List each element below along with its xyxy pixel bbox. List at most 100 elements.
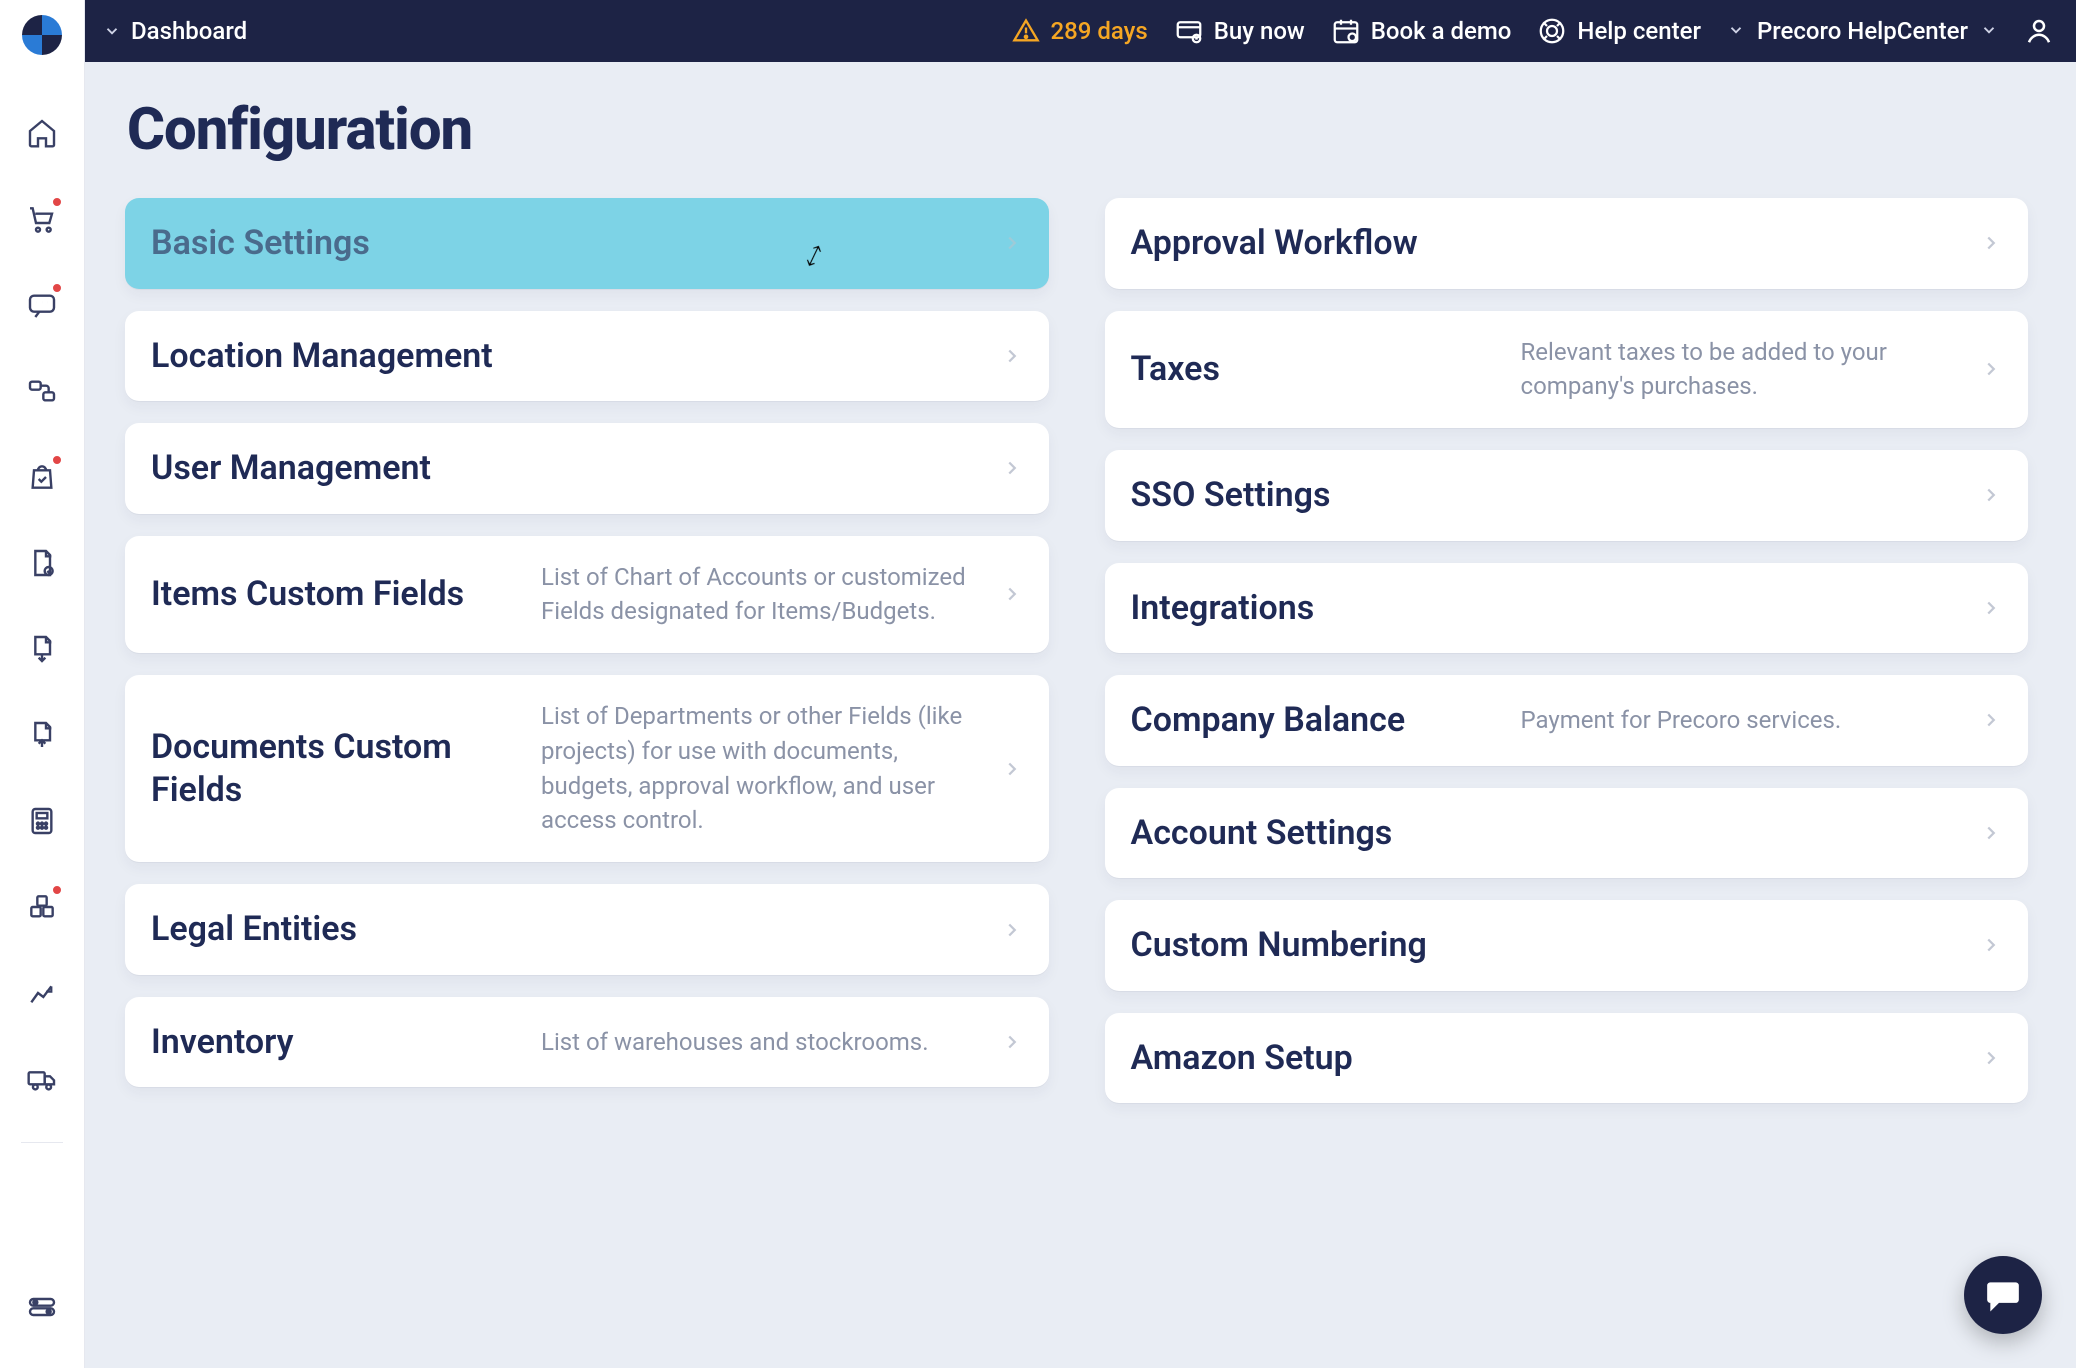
card-title: Inventory (151, 1021, 517, 1064)
config-column-right: Approval Workflow Taxes Relevant taxes t… (1105, 198, 2029, 1103)
trial-days-button[interactable]: 289 days (1012, 17, 1147, 45)
user-menu[interactable] (2024, 16, 2054, 46)
card-desc: List of Chart of Accounts or customized … (541, 560, 976, 630)
card-desc: List of warehouses and stockrooms. (541, 1025, 976, 1060)
main-content: Configuration Basic Settings Location Ma… (85, 62, 2076, 1368)
chat-fab[interactable] (1964, 1256, 2042, 1334)
chat-request-icon (26, 289, 58, 321)
config-card-documents-custom-fields[interactable]: Documents Custom Fields List of Departme… (125, 675, 1049, 862)
card-title: Taxes (1131, 348, 1497, 391)
card-title: Approval Workflow (1131, 222, 1957, 265)
sidebar-item-receipts[interactable] (15, 622, 69, 676)
chevron-right-icon (1980, 484, 2002, 506)
chart-line-icon (26, 977, 58, 1009)
config-card-taxes[interactable]: Taxes Relevant taxes to be added to your… (1105, 311, 2029, 429)
chevron-right-icon (1001, 345, 1023, 367)
config-card-basic-settings[interactable]: Basic Settings (125, 198, 1049, 289)
sidebar-item-orders[interactable] (15, 450, 69, 504)
boxes-icon (26, 891, 58, 923)
chevron-right-icon (1980, 1047, 2002, 1069)
chevron-down-icon (1727, 17, 1745, 45)
config-card-approval-workflow[interactable]: Approval Workflow (1105, 198, 2029, 289)
sidebar-item-shipping[interactable] (15, 1052, 69, 1106)
lifebuoy-icon (1537, 16, 1567, 46)
card-title: Legal Entities (151, 908, 977, 951)
card-title: SSO Settings (1131, 474, 1957, 517)
trial-days-label: 289 days (1050, 17, 1147, 45)
org-switcher[interactable]: Precoro HelpCenter (1727, 17, 1998, 45)
config-card-account-settings[interactable]: Account Settings (1105, 788, 2029, 879)
config-card-user-management[interactable]: User Management (125, 423, 1049, 514)
notification-badge (51, 282, 63, 294)
sidebar-separator (21, 1142, 63, 1143)
card-title: Location Management (151, 335, 977, 378)
chevron-right-icon (1980, 232, 2002, 254)
config-card-inventory[interactable]: Inventory List of warehouses and stockro… (125, 997, 1049, 1088)
chevron-right-icon (1001, 1031, 1023, 1053)
sidebar-item-payments[interactable] (15, 708, 69, 762)
toggle-icon (26, 1291, 58, 1323)
help-center-label: Help center (1577, 17, 1701, 45)
receipt-download-icon (26, 633, 58, 665)
config-card-custom-numbering[interactable]: Custom Numbering (1105, 900, 2029, 991)
notification-badge (51, 884, 63, 896)
user-icon (2024, 16, 2054, 46)
chevron-right-icon (1980, 358, 2002, 380)
card-desc: List of Departments or other Fields (lik… (541, 699, 976, 838)
card-title: User Management (151, 447, 977, 490)
warning-triangle-icon (1012, 17, 1040, 45)
notification-badge (51, 196, 63, 208)
help-center-button[interactable]: Help center (1537, 16, 1701, 46)
sidebar-item-reports[interactable] (15, 966, 69, 1020)
config-card-integrations[interactable]: Integrations (1105, 563, 2029, 654)
config-card-company-balance[interactable]: Company Balance Payment for Precoro serv… (1105, 675, 2029, 766)
chevron-right-icon (1980, 822, 2002, 844)
breadcrumb-label: Dashboard (131, 17, 247, 45)
sidebar (0, 0, 85, 1368)
card-title: Documents Custom Fields (151, 726, 517, 811)
buy-now-button[interactable]: Buy now (1174, 16, 1305, 46)
approvals-icon (26, 375, 58, 407)
card-title: Custom Numbering (1131, 924, 1957, 967)
sidebar-item-inventory[interactable] (15, 880, 69, 934)
book-demo-button[interactable]: Book a demo (1331, 16, 1512, 46)
chevron-right-icon (1980, 597, 2002, 619)
sidebar-item-approvals[interactable] (15, 364, 69, 418)
bag-check-icon (26, 461, 58, 493)
home-icon (26, 117, 58, 149)
calculator-icon (26, 805, 58, 837)
chevron-right-icon (1001, 919, 1023, 941)
card-desc: Payment for Precoro services. (1521, 703, 1956, 738)
chevron-right-icon (1980, 934, 2002, 956)
sidebar-item-budgets[interactable] (15, 794, 69, 848)
card-title: Amazon Setup (1131, 1037, 1957, 1080)
sidebar-item-cart[interactable] (15, 192, 69, 246)
truck-icon (26, 1063, 58, 1095)
app-logo[interactable] (17, 10, 67, 60)
config-card-legal-entities[interactable]: Legal Entities (125, 884, 1049, 975)
config-card-items-custom-fields[interactable]: Items Custom Fields List of Chart of Acc… (125, 536, 1049, 654)
config-card-amazon-setup[interactable]: Amazon Setup (1105, 1013, 2029, 1104)
calendar-icon (1331, 16, 1361, 46)
card-title: Basic Settings (151, 222, 977, 265)
sidebar-item-requests[interactable] (15, 278, 69, 332)
book-demo-label: Book a demo (1371, 17, 1512, 45)
chevron-right-icon (1001, 758, 1023, 780)
card-cart-icon (1174, 16, 1204, 46)
buy-now-label: Buy now (1214, 17, 1305, 45)
sidebar-item-invoices[interactable] (15, 536, 69, 590)
card-desc: Relevant taxes to be added to your compa… (1521, 335, 1956, 405)
config-column-left: Basic Settings Location Management User … (125, 198, 1049, 1087)
chat-bubble-icon (1984, 1276, 2022, 1314)
breadcrumb[interactable]: Dashboard (103, 17, 247, 45)
sidebar-item-settings-toggle[interactable] (15, 1280, 69, 1334)
chevron-right-icon (1001, 583, 1023, 605)
notification-badge (51, 454, 63, 466)
config-card-sso-settings[interactable]: SSO Settings (1105, 450, 2029, 541)
receipt-upload-icon (26, 719, 58, 751)
config-card-location-management[interactable]: Location Management (125, 311, 1049, 402)
chevron-down-icon (103, 22, 121, 40)
sidebar-item-home[interactable] (15, 106, 69, 160)
chevron-right-icon (1001, 457, 1023, 479)
precoro-logo-icon (18, 11, 66, 59)
